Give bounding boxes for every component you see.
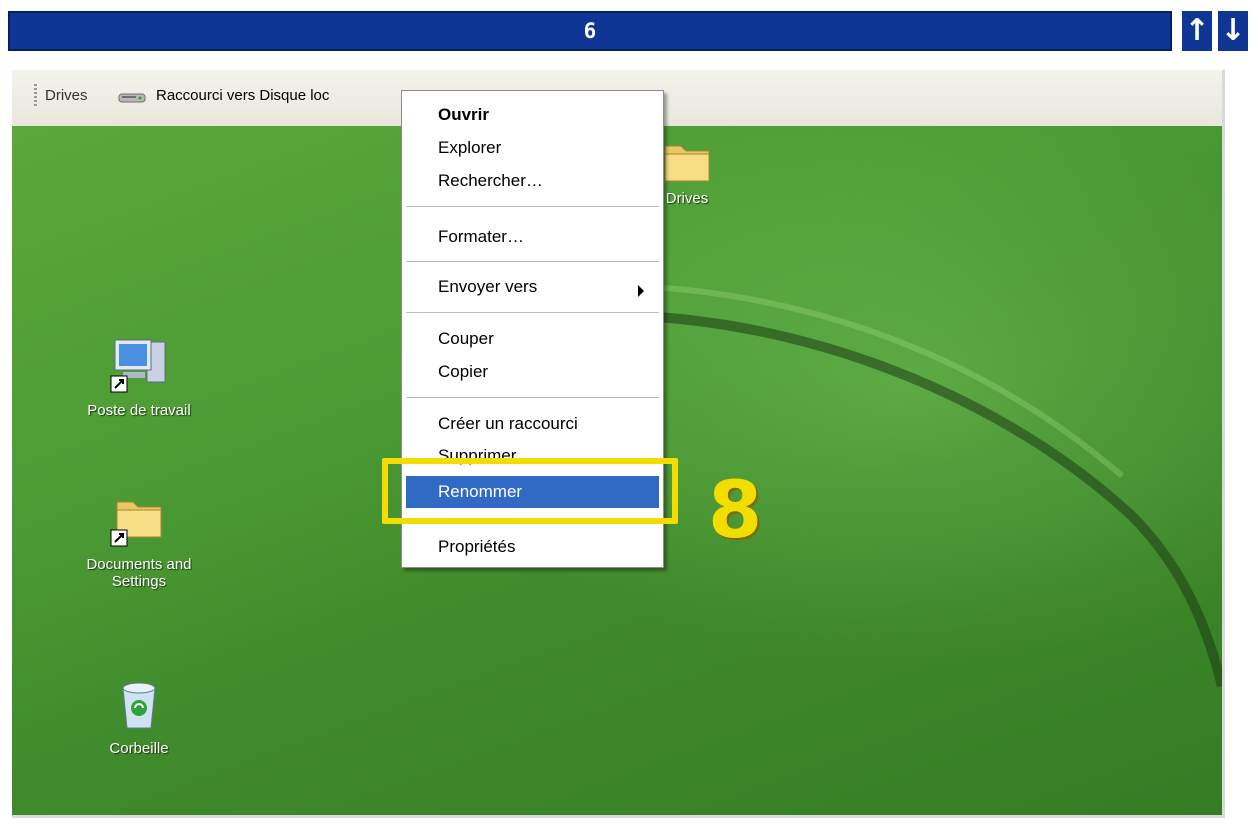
drives-folder-label: Drives	[665, 190, 709, 207]
menu-separator	[406, 206, 659, 207]
menu-item-formater[interactable]: Formater…	[438, 227, 524, 247]
previous-step-arrow-icon[interactable]: ↑	[1182, 11, 1212, 51]
menu-item-explorer[interactable]: Explorer	[438, 138, 501, 158]
callout-step-number: 8	[708, 466, 763, 556]
submenu-arrow-icon	[638, 285, 644, 297]
menu-item-couper[interactable]: Couper	[438, 329, 494, 349]
toolbar-shortcut-link[interactable]: Raccourci vers Disque loc	[156, 87, 329, 104]
menu-item-rechercher[interactable]: Rechercher…	[438, 171, 543, 191]
menu-item-creer-raccourci[interactable]: Créer un raccourci	[438, 414, 578, 434]
desktop-icon-poste-de-travail[interactable]: Poste de travail	[54, 336, 224, 419]
documents-label-line1: Documents and	[86, 556, 192, 573]
menu-item-envoyer-vers[interactable]: Envoyer vers	[438, 277, 537, 297]
poste-de-travail-label: Poste de travail	[87, 402, 191, 419]
desktop-icon-documents-and-settings[interactable]: Documents and Settings	[54, 494, 224, 590]
computer-icon	[110, 339, 166, 393]
screenshot-frame: Drives Raccourci vers Disque loc Drives	[12, 70, 1225, 818]
menu-separator	[406, 261, 659, 262]
documents-label-line2: Settings	[111, 573, 167, 590]
callout-highlight-box	[382, 458, 678, 524]
step-header-bar: 6	[8, 11, 1172, 51]
step-number: 6	[583, 19, 597, 43]
toolbar-grip-handle[interactable]	[34, 84, 37, 108]
shortcut-folder-icon	[110, 501, 162, 547]
hard-drive-icon	[118, 93, 146, 103]
menu-separator	[406, 312, 659, 313]
desktop-icon-corbeille[interactable]: Corbeille	[54, 674, 224, 757]
menu-separator	[406, 397, 659, 398]
menu-item-proprietes[interactable]: Propriétés	[438, 537, 515, 557]
toolbar-drives-link[interactable]: Drives	[45, 87, 88, 104]
next-step-arrow-icon[interactable]: ↓	[1218, 11, 1248, 51]
menu-item-copier[interactable]: Copier	[438, 362, 488, 382]
corbeille-label: Corbeille	[109, 740, 169, 757]
menu-item-ouvrir[interactable]: Ouvrir	[438, 105, 489, 125]
recycle-bin-icon	[122, 682, 156, 729]
folder-icon	[664, 145, 710, 182]
